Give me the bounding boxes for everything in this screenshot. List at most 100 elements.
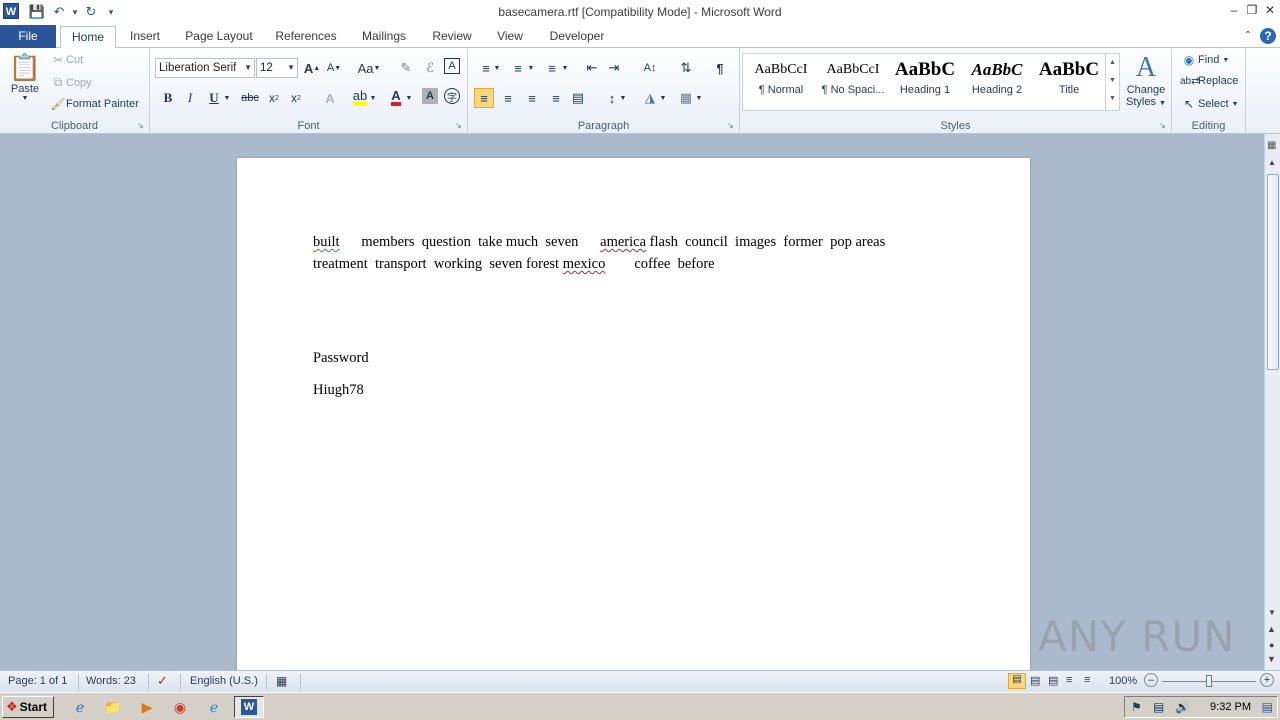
styles-down-icon[interactable]: ▼ — [1106, 72, 1119, 90]
font-name-dropdown-icon[interactable]: ▼ — [244, 59, 252, 77]
numbering-dropdown-icon[interactable]: ▼ — [526, 58, 536, 78]
edge-icon[interactable]: ℯ — [204, 697, 224, 717]
web-layout-icon[interactable]: ▤ — [1048, 674, 1058, 687]
shading-icon[interactable]: ◮ — [640, 88, 660, 108]
grow-font-icon[interactable]: A ▲ — [302, 58, 322, 78]
previous-page-icon[interactable]: ▲ — [1267, 624, 1276, 634]
enclose-characters-icon[interactable]: 字 — [444, 88, 460, 104]
tab-home[interactable]: Home — [60, 26, 116, 49]
page-count[interactable]: Page: 1 of 1 — [8, 675, 67, 687]
font-name-combo[interactable]: Liberation Serif ▼ — [155, 58, 255, 78]
outline-view-icon[interactable]: ≡ — [1066, 674, 1072, 686]
highlight-dropdown-icon[interactable]: ▼ — [368, 88, 378, 108]
font-color-dropdown-icon[interactable]: ▼ — [404, 88, 414, 108]
file-explorer-icon[interactable]: 📁 — [103, 697, 123, 717]
clock[interactable]: 9:32 PM — [1210, 701, 1251, 713]
tab-insert[interactable]: Insert — [122, 26, 168, 48]
chrome-icon[interactable]: ◉ — [170, 697, 190, 717]
print-layout-view-icon[interactable]: ▤ — [1008, 673, 1026, 689]
flag-icon[interactable]: ⚑ — [1131, 700, 1142, 714]
word-taskbar-button[interactable]: W — [234, 696, 264, 718]
distributed-icon[interactable]: ▤ — [568, 88, 588, 108]
clear-formatting-icon[interactable]: ✎ — [396, 58, 416, 78]
styles-launcher-icon[interactable]: ↘ — [1159, 122, 1167, 130]
shading-dropdown-icon[interactable]: ▼ — [658, 88, 668, 108]
font-color-icon[interactable]: A — [386, 88, 406, 108]
style-heading-2[interactable]: AaBbC Heading 2 — [961, 56, 1033, 106]
tab-developer[interactable]: Developer — [542, 26, 612, 48]
close-icon[interactable]: ✕ — [1262, 1, 1278, 19]
text-effects-icon[interactable]: A — [320, 88, 340, 108]
scroll-up-icon[interactable]: ▲ — [1268, 158, 1276, 167]
show-formatting-marks-icon[interactable]: ¶ — [710, 58, 730, 78]
font-launcher-icon[interactable]: ↘ — [455, 122, 463, 130]
zoom-slider-thumb[interactable] — [1206, 675, 1212, 687]
change-case-icon[interactable]: Aa ▼ — [356, 58, 382, 78]
media-player-icon[interactable]: ▶ — [137, 697, 157, 717]
volume-icon[interactable]: 🔊 — [1175, 700, 1190, 714]
show-desktop-icon[interactable]: ▤ — [1262, 700, 1273, 714]
styles-up-icon[interactable]: ▲ — [1106, 54, 1119, 72]
phonetic-guide-icon[interactable]: ℰ — [420, 58, 440, 78]
scroll-thumb[interactable] — [1267, 174, 1279, 370]
strikethrough-icon[interactable]: abc — [238, 88, 262, 108]
highlight-icon[interactable]: ab — [350, 88, 370, 108]
paragraph-launcher-icon[interactable]: ↘ — [727, 122, 735, 130]
internet-explorer-icon[interactable]: ℯ — [70, 697, 90, 717]
font-size-dropdown-icon[interactable]: ▼ — [287, 59, 295, 77]
vertical-scrollbar[interactable]: ▦ ▲ ▼ ▲ ● ▼ — [1264, 134, 1280, 670]
find-button[interactable]: ◉ Find ▼ — [1180, 53, 1230, 67]
next-page-icon[interactable]: ▼ — [1267, 654, 1276, 664]
proofing-errors-icon[interactable]: ✓ — [157, 673, 168, 689]
copy-button[interactable]: ⧉ Copy — [50, 75, 92, 90]
align-right-icon[interactable]: ≡ — [522, 88, 542, 108]
line-spacing-dropdown-icon[interactable]: ▼ — [618, 88, 628, 108]
align-left-icon[interactable]: ≡ — [474, 88, 494, 108]
shrink-font-icon[interactable]: A ▼ — [324, 58, 344, 78]
multilevel-dropdown-icon[interactable]: ▼ — [560, 58, 570, 78]
minimize-ribbon-icon[interactable]: ⌃ — [1240, 28, 1256, 44]
style-normal[interactable]: AaBbCcI ¶ Normal — [745, 56, 817, 106]
character-border-icon[interactable]: A — [444, 58, 460, 74]
sort-icon[interactable]: ⇅ — [676, 58, 696, 78]
full-screen-reading-icon[interactable]: ▤ — [1030, 674, 1040, 687]
tab-file[interactable]: File — [0, 25, 56, 48]
ruler-toggle-icon[interactable]: ▦ — [1267, 140, 1276, 151]
styles-more-icon[interactable]: ▼ — [1106, 90, 1119, 108]
italic-icon[interactable]: I — [180, 88, 200, 108]
text-direction-icon[interactable]: A↕ — [638, 58, 662, 78]
document-page[interactable]: built members question take much seven a… — [237, 158, 1030, 678]
style-title[interactable]: AaBbC Title — [1033, 56, 1105, 106]
tab-mailings[interactable]: Mailings — [354, 26, 414, 48]
scroll-down-icon[interactable]: ▼ — [1268, 608, 1276, 617]
minimize-icon[interactable]: – — [1226, 1, 1242, 19]
increase-indent-icon[interactable]: ⇥ — [604, 58, 624, 78]
tab-review[interactable]: Review — [426, 26, 478, 48]
help-icon[interactable]: ? — [1260, 28, 1276, 44]
style-heading-1[interactable]: AaBbC Heading 1 — [889, 56, 961, 106]
underline-icon[interactable]: U — [204, 88, 224, 108]
style-no-spacing[interactable]: AaBbCcI ¶ No Spaci... — [817, 56, 889, 106]
bold-icon[interactable]: B — [158, 88, 178, 108]
bullets-dropdown-icon[interactable]: ▼ — [492, 58, 502, 78]
format-painter-button[interactable]: 🖌 Format Painter — [50, 97, 138, 111]
change-styles-button[interactable]: A Change Styles ▼ — [1124, 52, 1168, 108]
zoom-out-icon[interactable]: – — [1144, 673, 1158, 687]
multilevel-list-icon[interactable]: ≡ — [542, 58, 562, 78]
underline-dropdown-icon[interactable]: ▼ — [222, 88, 232, 108]
justify-icon[interactable]: ≡ — [546, 88, 566, 108]
browse-object-icon[interactable]: ● — [1269, 640, 1274, 650]
replace-button[interactable]: ab⇄ Replace — [1180, 75, 1238, 87]
macro-recording-icon[interactable]: ▦ — [276, 674, 287, 688]
zoom-level[interactable]: 100% — [1109, 675, 1137, 687]
borders-dropdown-icon[interactable]: ▼ — [694, 88, 704, 108]
word-count[interactable]: Words: 23 — [86, 675, 136, 687]
align-center-icon[interactable]: ≡ — [498, 88, 518, 108]
language[interactable]: English (U.S.) — [190, 675, 258, 687]
tab-page-layout[interactable]: Page Layout — [180, 26, 258, 48]
restore-icon[interactable]: ❐ — [1244, 1, 1260, 19]
subscript-icon[interactable]: x2 — [264, 88, 284, 108]
decrease-indent-icon[interactable]: ⇤ — [582, 58, 602, 78]
zoom-in-icon[interactable]: + — [1260, 673, 1274, 687]
select-button[interactable]: ↖ Select ▼ — [1180, 97, 1239, 111]
